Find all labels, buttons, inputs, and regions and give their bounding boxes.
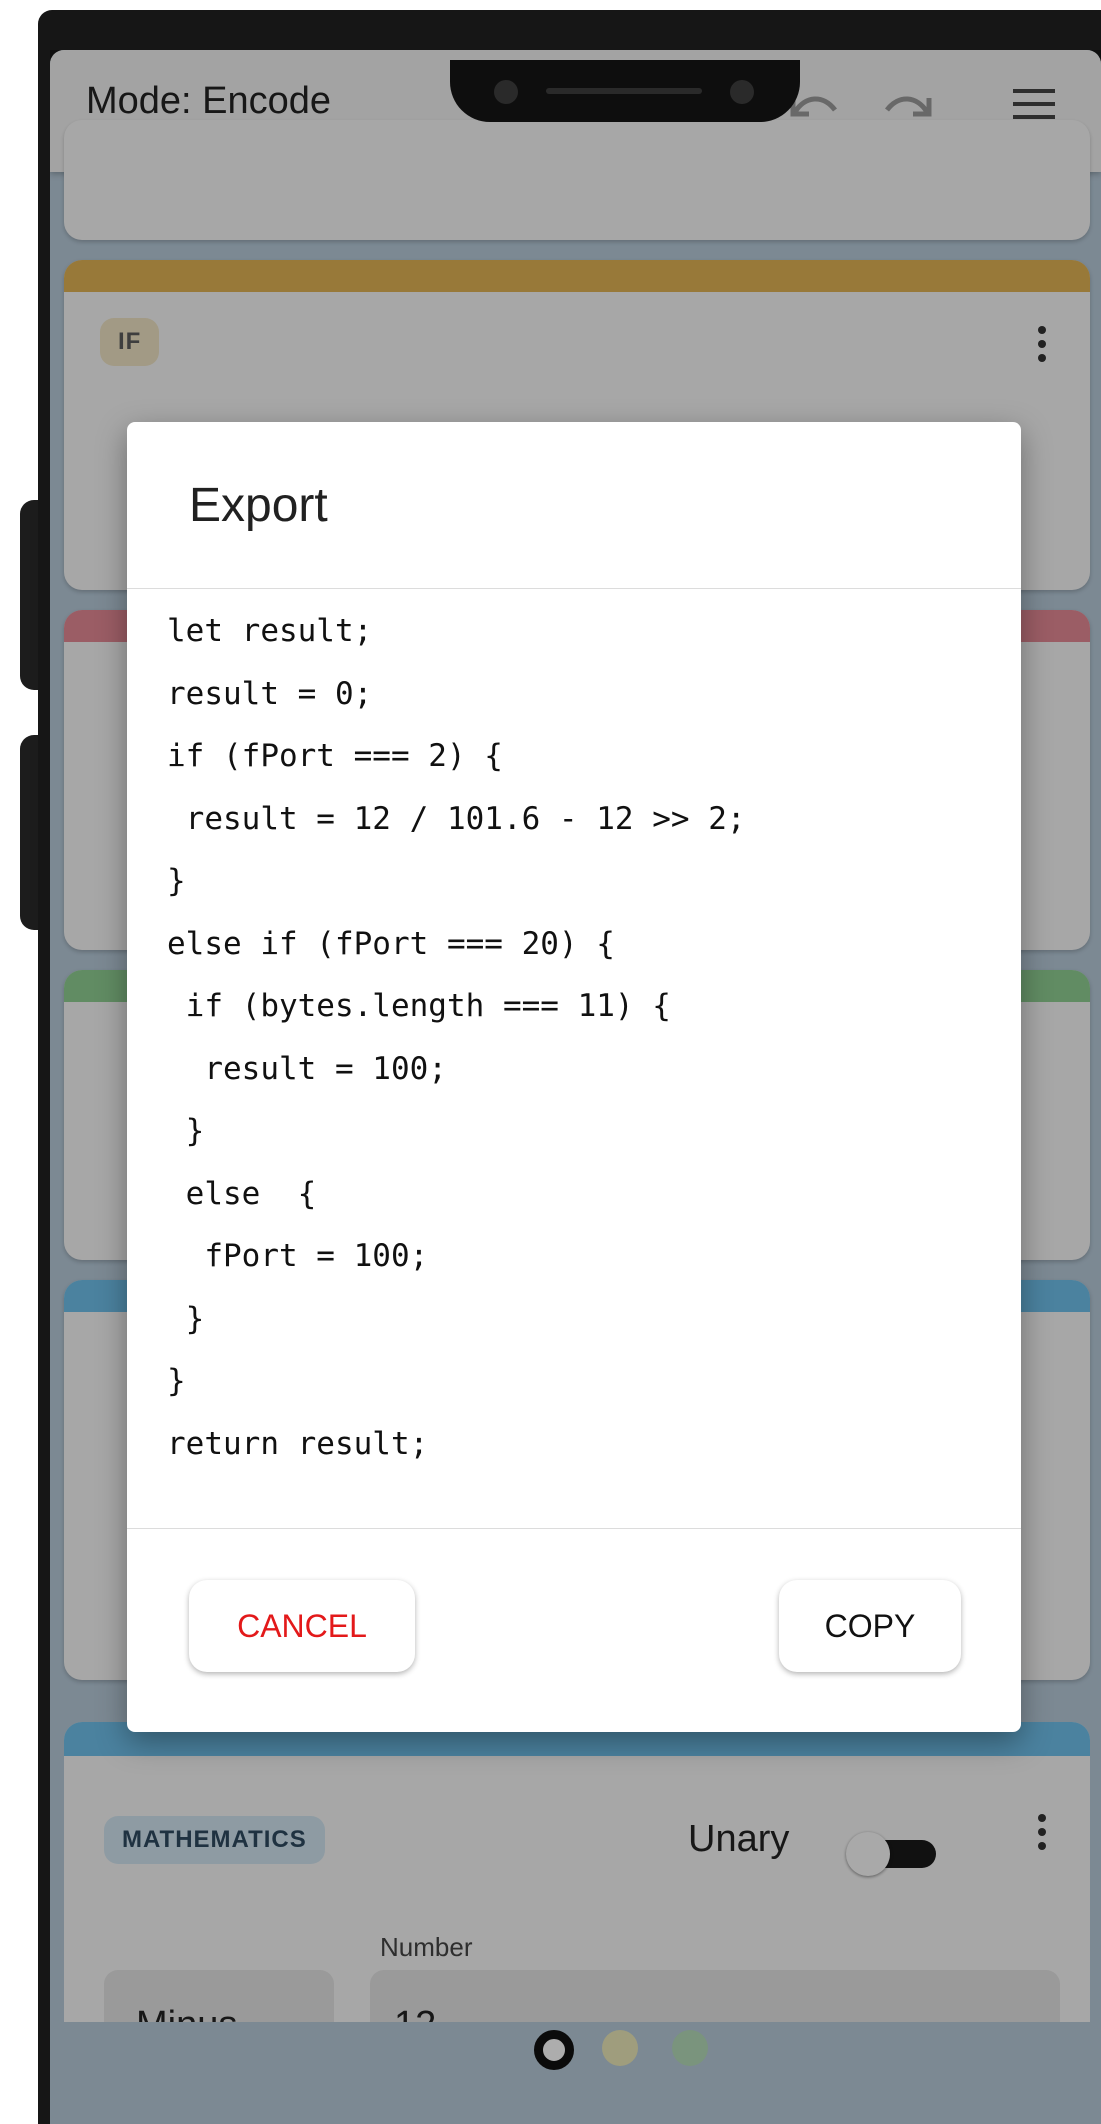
dialog-title: Export [189, 479, 328, 532]
copy-button[interactable]: COPY [779, 1580, 961, 1672]
export-dialog: Export let result; result = 0; if (fPort… [127, 422, 1021, 1732]
cancel-button[interactable]: CANCEL [189, 1580, 415, 1672]
exported-code: let result; result = 0; if (fPort === 2)… [167, 613, 746, 1462]
dialog-divider-bottom [127, 1528, 1021, 1529]
dialog-divider-top [127, 588, 1021, 589]
